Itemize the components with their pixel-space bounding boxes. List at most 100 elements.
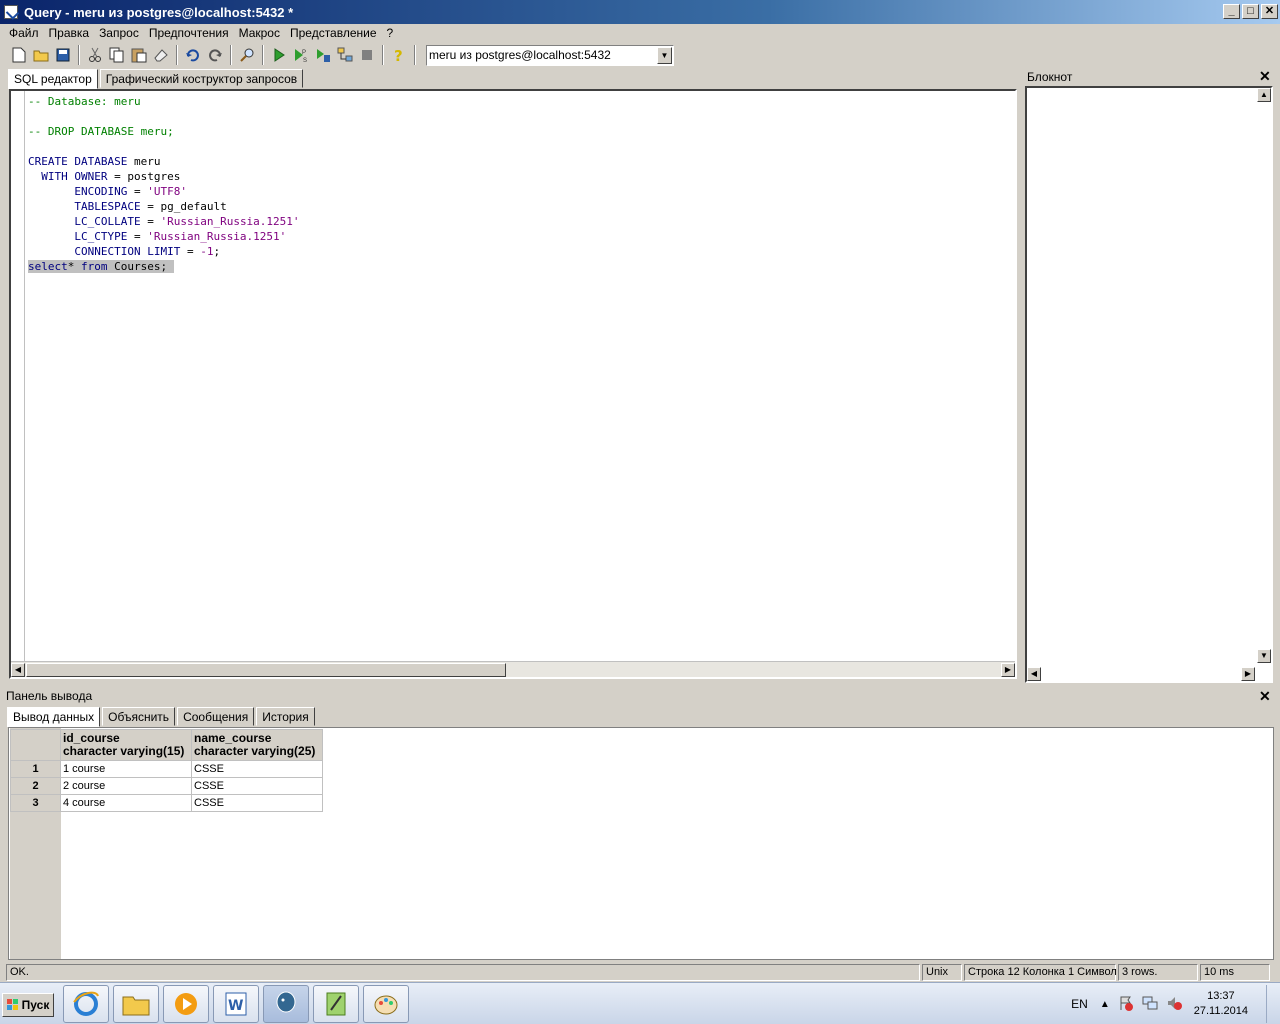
chevron-up-icon[interactable]: ▲ bbox=[1100, 999, 1110, 1010]
chevron-down-icon[interactable]: ▼ bbox=[657, 46, 672, 64]
clock[interactable]: 13:37 27.11.2014 bbox=[1194, 989, 1248, 1019]
scrollbar-thumb[interactable] bbox=[26, 663, 506, 677]
find-icon[interactable] bbox=[236, 44, 258, 66]
table-cell[interactable]: 1 course bbox=[60, 760, 192, 778]
code-keyword: OWNER bbox=[74, 170, 108, 183]
code-keyword: from bbox=[81, 260, 108, 273]
notepadpp-icon[interactable] bbox=[313, 985, 359, 1023]
status-time: 10 ms bbox=[1200, 964, 1270, 981]
tab-explain[interactable]: Объяснить bbox=[102, 707, 176, 726]
status-format: Unix bbox=[922, 964, 962, 981]
cut-icon[interactable] bbox=[84, 44, 106, 66]
clear-icon[interactable] bbox=[150, 44, 172, 66]
explorer-icon[interactable] bbox=[113, 985, 159, 1023]
word-icon[interactable]: W bbox=[213, 985, 259, 1023]
column-header-name-course[interactable]: name_course character varying(25) bbox=[191, 729, 323, 761]
code-keyword: WITH bbox=[41, 170, 68, 183]
help-icon[interactable]: ? bbox=[388, 44, 410, 66]
table-cell[interactable]: CSSE bbox=[191, 794, 323, 812]
explain-icon[interactable] bbox=[334, 44, 356, 66]
minimize-button[interactable]: _ bbox=[1223, 4, 1240, 19]
open-folder-icon[interactable] bbox=[30, 44, 52, 66]
table-row[interactable]: 3 4 course CSSE bbox=[10, 794, 323, 812]
code-keyword: LC_CTYPE bbox=[74, 230, 128, 243]
menu-help[interactable]: ? bbox=[382, 26, 399, 40]
tab-history[interactable]: История bbox=[256, 707, 315, 726]
scroll-right-icon[interactable]: ▶ bbox=[1001, 663, 1015, 677]
undo-icon[interactable] bbox=[182, 44, 204, 66]
execute-icon[interactable] bbox=[268, 44, 290, 66]
code-text: = bbox=[133, 230, 141, 243]
data-output-grid[interactable]: id_course character varying(15) name_cour… bbox=[8, 727, 1274, 960]
toolbar-separator bbox=[230, 45, 232, 65]
execute-pgscript-icon[interactable]: PS bbox=[290, 44, 312, 66]
editor-horizontal-scrollbar[interactable]: ◀ ▶ bbox=[11, 661, 1015, 677]
result-table: id_course character varying(15) name_cour… bbox=[10, 729, 323, 812]
code-text: = postgres bbox=[114, 170, 181, 183]
code-text: = pg_default bbox=[147, 200, 227, 213]
menu-view[interactable]: Представление bbox=[285, 26, 382, 40]
column-header-id-course[interactable]: id_course character varying(15) bbox=[60, 729, 192, 761]
scroll-right-icon[interactable]: ▶ bbox=[1241, 667, 1255, 681]
tab-graphical-query-builder[interactable]: Графический коструктор запросов bbox=[99, 69, 304, 88]
save-icon[interactable] bbox=[52, 44, 74, 66]
notepad-close-icon[interactable]: ✕ bbox=[1259, 68, 1271, 85]
toolbar-separator bbox=[382, 45, 384, 65]
tab-sql-editor[interactable]: SQL редактор bbox=[8, 69, 98, 89]
start-button[interactable]: Пуск bbox=[2, 993, 54, 1017]
code-keyword: LC_COLLATE bbox=[74, 215, 141, 228]
code-keyword: CONNECTION LIMIT bbox=[74, 245, 181, 258]
editor-tabs: SQL редактор Графический коструктор запр… bbox=[8, 69, 305, 89]
table-row[interactable]: 1 1 course CSSE bbox=[10, 760, 323, 778]
show-desktop-button[interactable] bbox=[1266, 985, 1280, 1023]
table-cell[interactable]: 2 course bbox=[60, 777, 192, 795]
network-icon[interactable] bbox=[1142, 995, 1158, 1014]
sql-editor[interactable]: -- Database: meru -- DROP DATABASE meru;… bbox=[9, 89, 1017, 679]
scroll-down-icon[interactable]: ▼ bbox=[1257, 649, 1271, 663]
redo-icon[interactable] bbox=[204, 44, 226, 66]
close-button[interactable]: ✕ bbox=[1261, 4, 1278, 19]
scroll-up-icon[interactable]: ▲ bbox=[1257, 88, 1271, 102]
table-cell[interactable]: CSSE bbox=[191, 777, 323, 795]
copy-icon[interactable] bbox=[106, 44, 128, 66]
toolbar-separator bbox=[176, 45, 178, 65]
menu-preferences[interactable]: Предпочтения bbox=[144, 26, 234, 40]
media-player-icon[interactable] bbox=[163, 985, 209, 1023]
paint-icon[interactable] bbox=[363, 985, 409, 1023]
tab-messages[interactable]: Сообщения bbox=[177, 707, 255, 726]
selected-query[interactable]: select* from Courses; bbox=[28, 260, 174, 273]
scroll-left-icon[interactable]: ◀ bbox=[11, 663, 25, 677]
status-position: Строка 12 Колонка 1 Символ bbox=[964, 964, 1117, 981]
new-file-icon[interactable] bbox=[8, 44, 30, 66]
action-center-icon[interactable] bbox=[1118, 995, 1134, 1014]
menu-query[interactable]: Запрос bbox=[94, 26, 144, 40]
volume-icon[interactable] bbox=[1166, 995, 1182, 1014]
row-number[interactable]: 1 bbox=[10, 760, 61, 778]
menu-edit[interactable]: Правка bbox=[44, 26, 95, 40]
notepad-area[interactable]: ▲ ▼ ◀ ▶ bbox=[1025, 86, 1273, 683]
paste-icon[interactable] bbox=[128, 44, 150, 66]
table-cell[interactable]: 4 course bbox=[60, 794, 192, 812]
status-rows: 3 rows. bbox=[1118, 964, 1198, 981]
scroll-left-icon[interactable]: ◀ bbox=[1027, 667, 1041, 681]
table-row[interactable]: 2 2 course CSSE bbox=[10, 777, 323, 795]
menu-file[interactable]: Файл bbox=[4, 26, 44, 40]
connection-value: meru из postgres@localhost:5432 bbox=[429, 48, 611, 62]
language-indicator[interactable]: EN bbox=[1071, 997, 1088, 1011]
toolbar-separator bbox=[414, 45, 416, 65]
row-number[interactable]: 2 bbox=[10, 777, 61, 795]
maximize-button[interactable]: □ bbox=[1242, 4, 1259, 19]
row-number[interactable]: 3 bbox=[10, 794, 61, 812]
table-corner[interactable] bbox=[10, 729, 61, 761]
connection-select[interactable]: meru из postgres@localhost:5432 ▼ bbox=[426, 44, 674, 66]
tab-data-output[interactable]: Вывод данных bbox=[7, 707, 101, 727]
stop-icon[interactable] bbox=[356, 44, 378, 66]
ie-icon[interactable] bbox=[63, 985, 109, 1023]
menu-macros[interactable]: Макрос bbox=[234, 26, 285, 40]
sql-code[interactable]: -- Database: meru -- DROP DATABASE meru;… bbox=[28, 94, 300, 274]
table-cell[interactable]: CSSE bbox=[191, 760, 323, 778]
output-close-icon[interactable]: ✕ bbox=[1259, 688, 1271, 705]
execute-to-file-icon[interactable] bbox=[312, 44, 334, 66]
pgadmin-icon[interactable] bbox=[263, 985, 309, 1023]
column-type: character varying(25) bbox=[194, 744, 316, 758]
